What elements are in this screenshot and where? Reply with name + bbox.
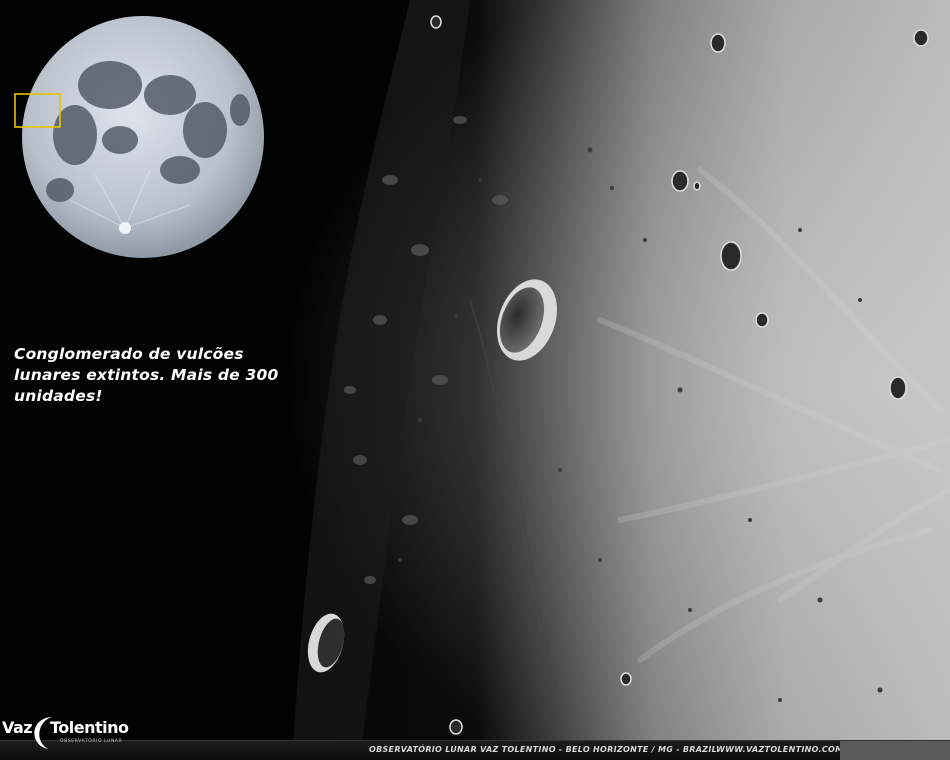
website-link: WWW.VAZTOLENTINO.COM (716, 745, 844, 754)
footer-bar: OBSERVATÓRIO LUNAR VAZ TOLENTINO - BELO … (0, 740, 950, 760)
vaz-tolentino-logo: Vaz Tolentino OBSERVATÓRIO LUNAR (0, 712, 130, 760)
lunar-photo: Conglomerado de vulcões lunares extintos… (0, 0, 950, 760)
footer-end-block (840, 741, 950, 760)
logo-word-vaz: Vaz (2, 718, 33, 737)
logo-subtitle: OBSERVATÓRIO LUNAR (60, 739, 123, 744)
logo-word-tolentino: Tolentino (50, 718, 129, 737)
full-moon-inset (22, 16, 264, 258)
observatory-credit: OBSERVATÓRIO LUNAR VAZ TOLENTINO - BELO … (369, 745, 718, 754)
caption-line-1: Conglomerado de vulcões (14, 345, 244, 363)
caption-line-3: unidades! (14, 387, 103, 405)
caption: Conglomerado de vulcões lunares extintos… (14, 344, 294, 407)
caption-line-2: lunares extintos. Mais de 300 (14, 366, 279, 384)
